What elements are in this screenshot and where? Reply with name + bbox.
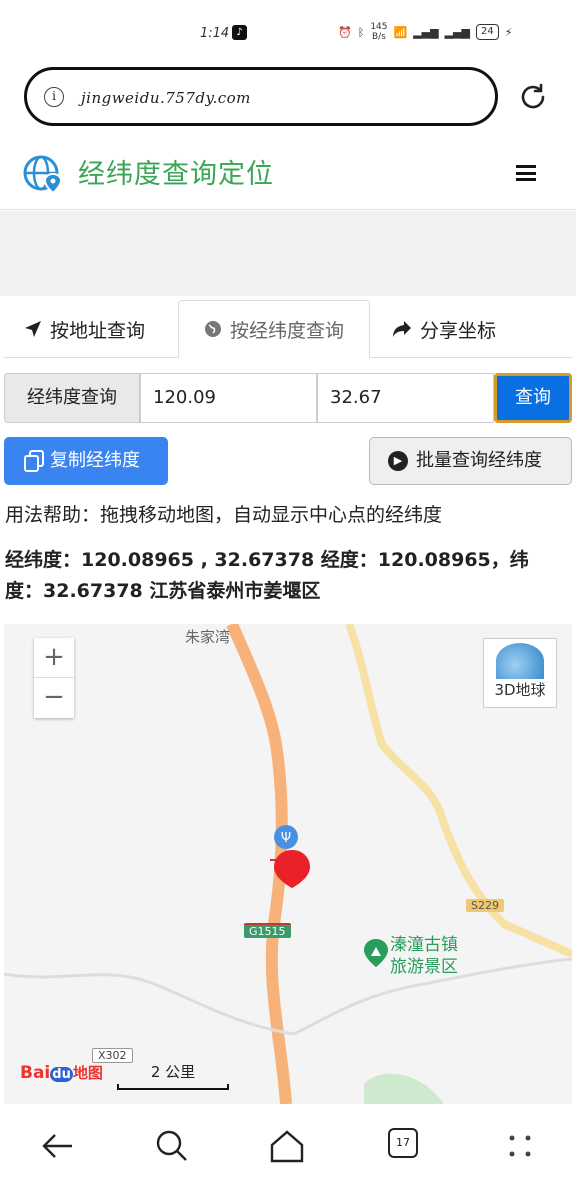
query-label: 经纬度查询 [4, 373, 140, 423]
tab-label: 按经纬度查询 [229, 319, 344, 342]
query-button[interactable]: 查询 [494, 373, 572, 423]
scale-label: 2 公里 [150, 1063, 196, 1081]
baidu-logo: Bai du 地图 [20, 1062, 103, 1083]
tiktok-icon: ♪ [232, 25, 247, 40]
scale-bar [117, 1084, 229, 1090]
longitude-input[interactable]: 120.09 [140, 373, 317, 423]
coordinate-result: 经纬度：120.08965 , 32.67378 经度：120.08965，纬度… [5, 549, 529, 602]
logo-bai: Bai [20, 1063, 51, 1083]
zoom-out-button[interactable]: − [34, 678, 74, 718]
site-title[interactable]: 经纬度查询定位 [78, 152, 274, 191]
status-icons: ⏰ ᛒ 145 B/s 📶 ▂▄▆ ▂▄▆ 24 ⚡ [338, 22, 512, 42]
globe-pin-logo-icon[interactable] [22, 152, 64, 194]
zoom-in-button[interactable]: + [34, 638, 74, 678]
reload-icon[interactable] [517, 81, 549, 113]
tab-share-coordinates[interactable]: 分享坐标 [392, 300, 496, 358]
batch-query-button[interactable]: ▶ 批量查询经纬度 [369, 437, 572, 485]
bluetooth-icon: ᛒ [357, 25, 365, 39]
scenic-pin-icon [364, 939, 388, 967]
tab-coordinate-query[interactable]: 按经纬度查询 [178, 300, 370, 358]
share-icon [393, 321, 411, 337]
battery-icon: 24 [475, 24, 499, 40]
tab-label: 分享坐标 [420, 319, 497, 342]
network-speed: 145 B/s [370, 22, 387, 42]
hamburger-menu-icon[interactable] [516, 165, 536, 181]
map-scale: 2 公里 [117, 1061, 229, 1090]
earth-icon [496, 643, 544, 679]
site-header: 经纬度查询定位 [0, 140, 576, 210]
ad-banner-area [0, 211, 576, 296]
globe-label: 3D地球 [494, 681, 546, 699]
usage-help-text: 用法帮助：拖拽移动地图，自动显示中心点的经纬度 [5, 504, 443, 526]
back-icon[interactable] [40, 1128, 76, 1164]
status-time: 1:14 [200, 26, 230, 41]
address-bar[interactable]: i jingweidu.757dy.com [24, 67, 498, 126]
logo-map: 地图 [72, 1064, 103, 1082]
browser-nav-bar [0, 1104, 576, 1188]
zoom-control: + − [34, 638, 74, 718]
coordinate-query-form: 经纬度查询 120.09 32.67 查询 [4, 373, 572, 423]
logo-du: du [50, 1067, 73, 1082]
location-arrow-icon [25, 321, 41, 337]
latitude-input[interactable]: 32.67 [317, 373, 494, 423]
tab-address-query[interactable]: 按地址查询 [24, 300, 145, 358]
copy-coordinates-button[interactable]: 复制经纬度 [4, 437, 168, 485]
wifi-icon: 📶 [393, 25, 408, 39]
alarm-icon: ⏰ [338, 25, 352, 39]
info-icon[interactable]: i [44, 87, 64, 107]
scenic-line2: 旅游景区 [390, 957, 458, 977]
signal-icon: ▂▄▆ [413, 25, 439, 39]
3d-globe-button[interactable]: 3D地球 [483, 638, 557, 708]
status-bar: 1:14 ♪ ⏰ ᛒ 145 B/s 📶 ▂▄▆ ▂▄▆ 24 ⚡ [0, 0, 576, 64]
copy-label: 复制经纬度 [50, 450, 140, 471]
search-icon[interactable] [154, 1128, 190, 1164]
tab-label: 按地址查询 [50, 319, 146, 342]
road-tag: S229 [466, 899, 504, 912]
speed-unit: B/s [371, 32, 386, 42]
highway-tag: G1515 [244, 923, 291, 938]
scenic-area-label[interactable]: 溱潼古镇 旅游景区 [390, 934, 458, 978]
more-icon[interactable] [502, 1128, 538, 1164]
batch-label: 批量查询经纬度 [416, 450, 542, 471]
place-label: 朱家湾 [185, 628, 231, 646]
charging-icon: ⚡ [504, 25, 513, 39]
baidu-map[interactable]: Ψ + − 3D地球 朱家湾 溱潼古镇 旅游景区 G1515 S229 X302… [4, 624, 572, 1104]
scenic-line1: 溱潼古镇 [390, 935, 458, 955]
home-icon[interactable] [269, 1128, 305, 1164]
url-text[interactable]: jingweidu.757dy.com [81, 89, 251, 107]
tab-count-button[interactable]: 17 [388, 1128, 418, 1158]
speed-value: 145 [370, 22, 388, 32]
query-tabs: 按地址查询 按经纬度查询 分享坐标 [4, 300, 572, 358]
chevron-right-circle-icon: ▶ [388, 451, 408, 471]
globe-icon [204, 321, 221, 337]
copy-icon [24, 450, 44, 472]
signal2-icon: ▂▄▆ [444, 25, 470, 39]
svg-text:Ψ: Ψ [281, 831, 291, 846]
